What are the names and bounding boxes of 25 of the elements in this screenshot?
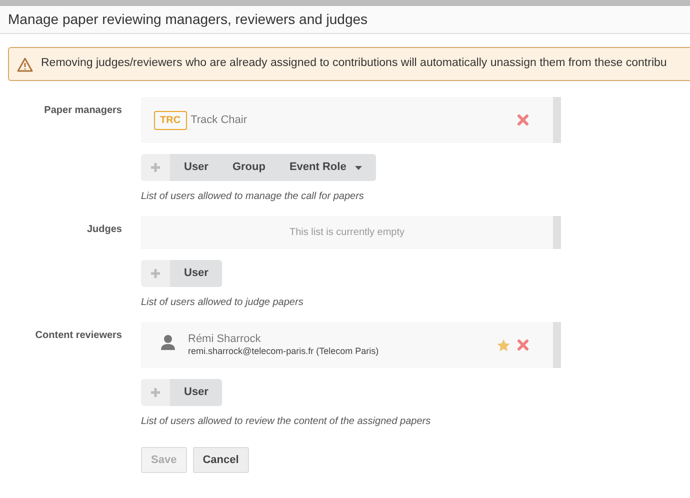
plus-icon [141,379,170,406]
warning-icon [17,56,33,72]
plus-icon [141,154,170,181]
hint-text: List of users allowed to judge papers [141,296,304,310]
star-icon[interactable] [496,338,511,352]
field-label: Judges [86,223,122,237]
remove-icon[interactable] [517,114,529,126]
hint-text: List of users allowed to review the content of the assigned papers [141,415,432,429]
plus-icon [141,260,170,287]
form-button[interactable]: Cancel [192,447,249,473]
role-name: Track Chair [190,112,247,128]
empty-list-text: This list is currently empty [289,226,405,240]
user-email: remi.sharrock@telecom-paris.fr (Telecom Paris) [188,346,379,358]
add-button[interactable]: Group [232,159,266,176]
field-label: Content reviewers [35,329,122,343]
user-icon [160,334,176,350]
add-button[interactable]: User [184,159,208,176]
warning-text: Removing judges/reviewers who are already assigned to contributions will automatically unassign them from these contribu [41,56,667,72]
remove-icon[interactable] [517,339,529,351]
user-name: Rémi Sharrock [188,332,262,346]
dialog-title: Manage paper reviewing managers, reviewers and judges [0,6,690,34]
field-label: Paper managers [44,104,122,118]
hint-text: List of users allowed to manage the call for papers [141,190,365,204]
role-badge: TRC [154,110,187,130]
add-button[interactable]: Event Role [289,159,362,176]
